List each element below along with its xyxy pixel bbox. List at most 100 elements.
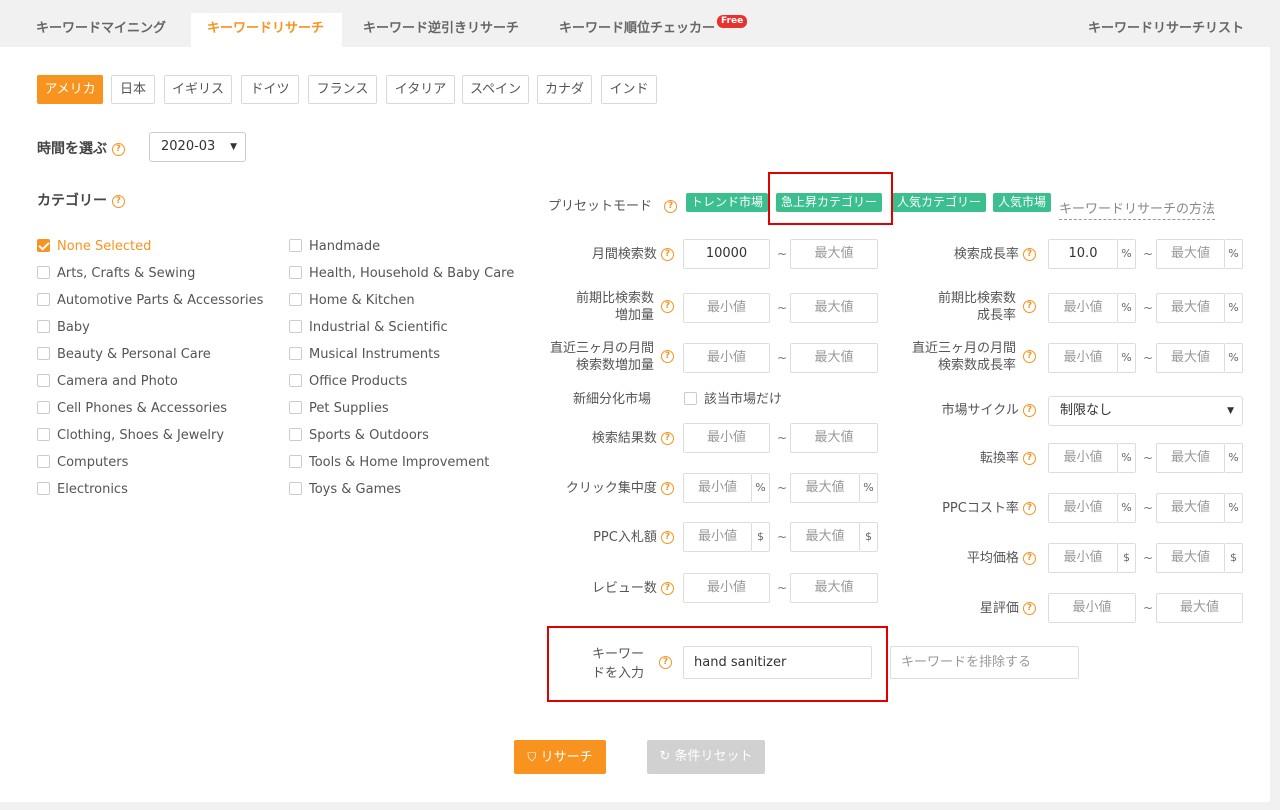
- free-badge: Free: [717, 15, 748, 28]
- prev-growth-min-input[interactable]: 最小値: [1048, 293, 1118, 323]
- results-max-input[interactable]: 最大値: [790, 423, 878, 453]
- help-icon[interactable]: ?: [1023, 452, 1036, 465]
- preset-tag-popular-market[interactable]: 人気市場: [993, 193, 1052, 212]
- help-icon[interactable]: ?: [661, 482, 674, 495]
- click-min-input[interactable]: 最小値: [683, 473, 752, 503]
- three-growth-max-input[interactable]: 最大値: [1156, 343, 1225, 373]
- category-option[interactable]: Cell Phones & Accessories: [37, 401, 227, 417]
- country-germany[interactable]: ドイツ: [241, 75, 299, 104]
- prev-increase-min-input[interactable]: 最小値: [683, 293, 770, 323]
- category-option[interactable]: Office Products: [289, 374, 407, 390]
- howto-link[interactable]: キーワードリサーチの方法: [1059, 201, 1216, 220]
- category-option[interactable]: Toys & Games: [289, 482, 401, 498]
- category-option[interactable]: Arts, Crafts & Sewing: [37, 266, 195, 282]
- exclude-keyword-input[interactable]: キーワードを排除する: [890, 646, 1079, 679]
- percent-unit: %: [752, 473, 770, 503]
- category-option[interactable]: Camera and Photo: [37, 374, 178, 390]
- click-max-input[interactable]: 最大値: [790, 473, 860, 503]
- category-option[interactable]: Computers: [37, 455, 128, 471]
- help-icon[interactable]: ?: [664, 200, 678, 213]
- monthly-search-max-input[interactable]: 最大値: [790, 239, 878, 269]
- tab-reverse-research[interactable]: キーワード逆引きリサーチ: [347, 13, 535, 47]
- help-icon[interactable]: ?: [661, 531, 674, 544]
- search-growth-min-input[interactable]: 10.0: [1048, 239, 1118, 269]
- help-icon[interactable]: ?: [1023, 552, 1036, 565]
- country-india[interactable]: インド: [601, 75, 657, 104]
- category-option[interactable]: Home & Kitchen: [289, 293, 415, 309]
- avg-price-max-input[interactable]: 最大値: [1156, 543, 1225, 573]
- reviews-label: レビュー数 ?: [540, 580, 674, 597]
- avg-price-min-input[interactable]: 最小値: [1048, 543, 1118, 573]
- help-icon[interactable]: ?: [1023, 248, 1036, 261]
- category-option[interactable]: Musical Instruments: [289, 347, 440, 363]
- category-option[interactable]: Electronics: [37, 482, 128, 498]
- category-option[interactable]: Baby: [37, 320, 90, 336]
- monthly-search-min-input[interactable]: 10000: [683, 239, 770, 269]
- help-icon[interactable]: ?: [661, 350, 674, 363]
- help-icon[interactable]: ?: [1023, 404, 1036, 417]
- country-uk[interactable]: イギリス: [164, 75, 232, 104]
- category-option[interactable]: Clothing, Shoes & Jewelry: [37, 428, 224, 444]
- help-icon[interactable]: ?: [1023, 300, 1036, 313]
- three-growth-min-input[interactable]: 最小値: [1048, 343, 1118, 373]
- help-icon[interactable]: ?: [661, 300, 674, 313]
- help-icon[interactable]: ?: [111, 194, 125, 208]
- category-option[interactable]: Pet Supplies: [289, 401, 389, 417]
- niche-checkbox[interactable]: 該当市場だけ: [684, 392, 782, 408]
- results-min-input[interactable]: 最小値: [683, 423, 770, 453]
- category-option[interactable]: Beauty & Personal Care: [37, 347, 211, 363]
- reviews-min-input[interactable]: 最小値: [683, 573, 770, 603]
- help-icon[interactable]: ?: [1023, 350, 1036, 363]
- help-icon[interactable]: ?: [661, 248, 674, 261]
- category-option[interactable]: Health, Household & Baby Care: [289, 266, 514, 282]
- reviews-max-input[interactable]: 最大値: [790, 573, 878, 603]
- three-increase-max-input[interactable]: 最大値: [790, 343, 878, 373]
- category-option[interactable]: Tools & Home Improvement: [289, 455, 489, 471]
- country-japan[interactable]: 日本: [111, 75, 155, 104]
- preset-tag-trend[interactable]: トレンド市場: [686, 193, 769, 212]
- help-icon[interactable]: ?: [1023, 502, 1036, 515]
- preset-tag-popular-category[interactable]: 人気カテゴリー: [892, 193, 987, 212]
- category-option[interactable]: Handmade: [289, 239, 380, 255]
- category-option[interactable]: Industrial & Scientific: [289, 320, 448, 336]
- time-select[interactable]: 2020-03 ▼: [149, 132, 246, 162]
- ppc-bid-min-input[interactable]: 最小値: [683, 522, 752, 552]
- ppc-cost-min-input[interactable]: 最小値: [1048, 493, 1118, 523]
- search-growth-max-input[interactable]: 最大値: [1156, 239, 1225, 269]
- rating-max-input[interactable]: 最大値: [1156, 593, 1243, 623]
- prev-growth-max-input[interactable]: 最大値: [1156, 293, 1225, 323]
- rating-min-input[interactable]: 最小値: [1048, 593, 1136, 623]
- prev-increase-label-1: 前期比検索数: [575, 291, 654, 306]
- country-usa[interactable]: アメリカ: [37, 75, 103, 104]
- tab-research-list[interactable]: キーワードリサーチリスト: [1072, 13, 1260, 47]
- prev-increase-max-input[interactable]: 最大値: [790, 293, 878, 323]
- country-italy[interactable]: イタリア: [386, 75, 455, 104]
- help-icon[interactable]: ?: [111, 142, 125, 156]
- help-icon[interactable]: ?: [1023, 602, 1036, 615]
- tab-keyword-mining[interactable]: キーワードマイニング: [20, 13, 182, 47]
- tab-rank-checker[interactable]: キーワード順位チェッカー Free: [543, 13, 763, 47]
- category-option[interactable]: None Selected: [37, 239, 151, 255]
- prev-growth-label: 前期比検索数 成長率?: [900, 290, 1036, 324]
- help-icon[interactable]: ?: [661, 432, 674, 445]
- country-spain[interactable]: スペイン: [462, 75, 529, 104]
- ppc-bid-max-input[interactable]: 最大値: [790, 522, 860, 552]
- reset-button[interactable]: ↻ 条件リセット: [647, 740, 765, 774]
- category-option[interactable]: Sports & Outdoors: [289, 428, 429, 444]
- help-icon[interactable]: ?: [661, 582, 674, 595]
- three-increase-min-input[interactable]: 最小値: [683, 343, 770, 373]
- category-option-label: None Selected: [57, 239, 152, 254]
- range-tilde: ~: [1143, 451, 1154, 465]
- conversion-min-input[interactable]: 最小値: [1048, 443, 1118, 473]
- country-france[interactable]: フランス: [308, 75, 377, 104]
- search-button[interactable]: ⛉ リサーチ: [514, 740, 606, 774]
- category-option[interactable]: Automotive Parts & Accessories: [37, 293, 263, 309]
- category-option-label: Clothing, Shoes & Jewelry: [57, 428, 225, 443]
- country-canada[interactable]: カナダ: [537, 75, 592, 104]
- ppc-cost-max-input[interactable]: 最大値: [1156, 493, 1225, 523]
- checkbox-icon: [289, 401, 302, 414]
- search-growth-label-text: 検索成長率: [953, 247, 1019, 262]
- cycle-select[interactable]: 制限なし ▼: [1048, 396, 1243, 426]
- conversion-max-input[interactable]: 最大値: [1156, 443, 1225, 473]
- tab-keyword-research[interactable]: キーワードリサーチ: [191, 13, 342, 47]
